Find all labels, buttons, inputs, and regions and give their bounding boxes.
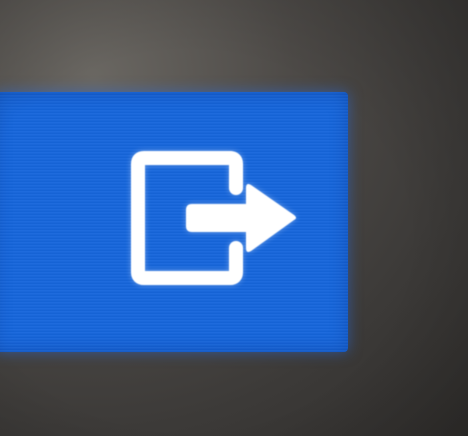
display-screen (0, 0, 468, 436)
logout-button[interactable] (0, 92, 348, 352)
logout-icon (131, 151, 296, 285)
